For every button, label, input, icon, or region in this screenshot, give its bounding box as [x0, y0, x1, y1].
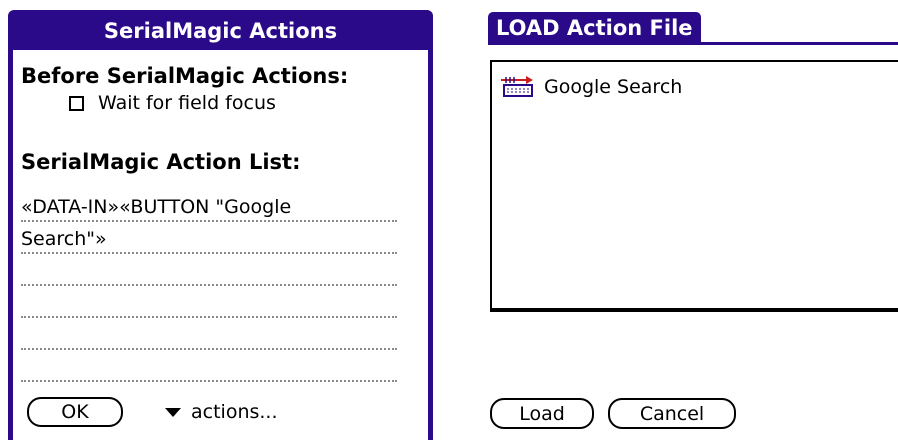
- action-file-list[interactable]: Google Search: [490, 60, 898, 312]
- title-underline: [488, 42, 898, 45]
- file-name[interactable]: Google Search: [544, 76, 682, 98]
- actions-label[interactable]: actions...: [191, 401, 278, 423]
- cancel-button[interactable]: Cancel: [608, 398, 736, 429]
- load-button[interactable]: Load: [490, 398, 594, 429]
- action-line[interactable]: [21, 318, 397, 350]
- action-line[interactable]: [21, 350, 397, 382]
- ok-button[interactable]: OK: [27, 397, 123, 427]
- serialmagic-actions-dialog: SerialMagic Actions Before SerialMagic A…: [8, 10, 433, 440]
- dialog-title: SerialMagic Actions: [13, 12, 428, 50]
- list-item[interactable]: Google Search: [500, 76, 682, 98]
- wait-for-focus-checkbox-row[interactable]: Wait for field focus: [69, 92, 276, 114]
- action-list-field[interactable]: «DATA-IN»«BUTTON "Google Search"»: [21, 190, 397, 382]
- wait-for-focus-label[interactable]: Wait for field focus: [98, 92, 276, 114]
- action-line[interactable]: [21, 286, 397, 318]
- load-form-title: LOAD Action File: [488, 12, 701, 44]
- action-line[interactable]: «DATA-IN»«BUTTON "Google: [21, 190, 397, 222]
- action-line[interactable]: [21, 254, 397, 286]
- action-list-heading: SerialMagic Action List:: [21, 150, 301, 174]
- action-file-icon: [501, 76, 533, 97]
- dropdown-triangle-icon: [165, 407, 181, 417]
- action-line[interactable]: Search"»: [21, 222, 397, 254]
- actions-popup-trigger[interactable]: actions...: [165, 398, 278, 426]
- wait-for-focus-checkbox[interactable]: [69, 95, 84, 111]
- before-actions-heading: Before SerialMagic Actions:: [21, 64, 349, 88]
